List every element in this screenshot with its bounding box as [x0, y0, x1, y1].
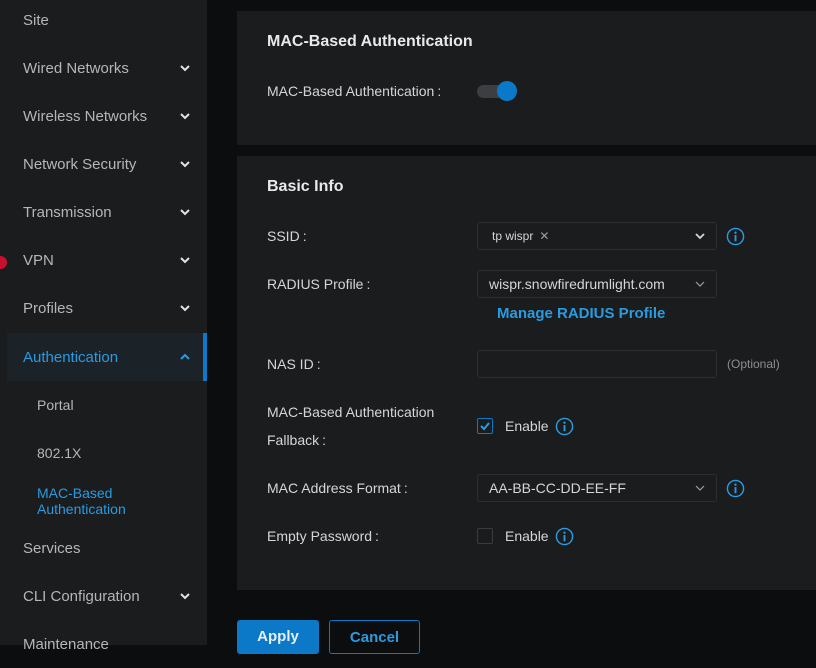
chevron-down-icon [180, 113, 190, 120]
mac-format-label: MAC Address Format: [267, 480, 408, 496]
chevron-down-icon [180, 161, 190, 168]
chevron-down-icon [695, 233, 705, 240]
info-icon[interactable] [726, 227, 745, 246]
info-icon[interactable] [555, 527, 574, 546]
nas-id-label: NAS ID: [267, 356, 321, 372]
remove-tag-icon[interactable]: ✕ [539, 229, 549, 243]
chevron-down-icon [180, 257, 190, 264]
fallback-checkbox[interactable] [477, 418, 493, 434]
ssid-label: SSID: [267, 228, 307, 244]
sidebar-subitem-portal[interactable]: Portal [37, 397, 74, 413]
chevron-up-icon [180, 353, 190, 360]
empty-password-checkbox[interactable] [477, 528, 493, 544]
mac-auth-card: MAC-Based Authentication [237, 11, 816, 145]
sidebar-item-wireless-networks[interactable]: Wireless Networks [0, 92, 207, 140]
radius-profile-value: wispr.snowfiredrumlight.com [489, 276, 665, 292]
sidebar-subitem-mac-based-authentication[interactable]: MAC-Based Authentication [37, 485, 147, 517]
optional-hint: (Optional) [727, 357, 780, 371]
sidebar-item-label: CLI Configuration [23, 587, 140, 605]
sidebar-item-site[interactable]: Site [0, 0, 207, 44]
ssid-tag: tp wispr ✕ [492, 229, 549, 243]
sidebar-subitem-8021x[interactable]: 802.1X [37, 445, 81, 461]
manage-radius-profile-link[interactable]: Manage RADIUS Profile [497, 305, 665, 322]
section-title: Basic Info [267, 178, 344, 195]
radius-profile-select[interactable]: wispr.snowfiredrumlight.com [477, 270, 717, 298]
chevron-down-icon [180, 593, 190, 600]
sidebar-item-maintenance[interactable]: Maintenance [0, 620, 207, 668]
sidebar-item-authentication[interactable]: Authentication [7, 333, 207, 381]
toggle-knob [497, 81, 517, 101]
sidebar-item-label: VPN [23, 251, 54, 269]
sidebar-item-label: Transmission [23, 203, 112, 221]
chevron-down-icon [180, 209, 190, 216]
sidebar-item-cli-configuration[interactable]: CLI Configuration [0, 572, 207, 620]
empty-password-label: Empty Password: [267, 528, 379, 544]
fallback-label-line2: Fallback: [267, 432, 327, 448]
ssid-tag-label: tp wispr [492, 229, 534, 243]
chevron-down-icon [180, 305, 190, 312]
mac-auth-label: MAC-Based Authentication: [267, 83, 442, 99]
sidebar-item-profiles[interactable]: Profiles [0, 284, 207, 332]
apply-button[interactable]: Apply [237, 620, 319, 654]
fallback-label-line1: MAC-Based Authentication [267, 404, 435, 420]
sidebar-item-label: Maintenance [23, 635, 109, 653]
sidebar-item-label: Wireless Networks [23, 107, 148, 125]
sidebar-item-vpn[interactable]: VPN [0, 236, 207, 284]
active-indicator [203, 333, 207, 381]
mac-auth-toggle[interactable] [477, 81, 517, 101]
sidebar-item-label: Wired Networks [23, 59, 129, 77]
sidebar-item-network-security[interactable]: Network Security [0, 140, 207, 188]
info-icon[interactable] [726, 479, 745, 498]
nas-id-input[interactable] [477, 350, 717, 378]
sidebar-item-transmission[interactable]: Transmission [0, 188, 207, 236]
section-title: MAC-Based Authentication [267, 33, 473, 50]
radius-profile-label: RADIUS Profile: [267, 276, 371, 292]
cancel-button[interactable]: Cancel [329, 620, 420, 654]
info-icon[interactable] [555, 417, 574, 436]
fallback-enable-label: Enable [505, 418, 549, 434]
mac-format-value: AA-BB-CC-DD-EE-FF [489, 480, 626, 496]
sidebar: Site Wired Networks Wireless Networks Ne… [0, 0, 207, 653]
chevron-down-icon [695, 485, 705, 491]
chevron-down-icon [695, 281, 705, 287]
sidebar-item-wired-networks[interactable]: Wired Networks [0, 44, 207, 92]
sidebar-item-services[interactable]: Services [0, 524, 207, 572]
sidebar-item-label: Authentication [23, 348, 119, 366]
check-icon [480, 422, 490, 431]
chevron-down-icon [180, 65, 190, 72]
ssid-select[interactable]: tp wispr ✕ [477, 222, 717, 250]
sidebar-item-label: Network Security [23, 155, 137, 173]
sidebar-item-label: Services [23, 539, 81, 557]
mac-format-select[interactable]: AA-BB-CC-DD-EE-FF [477, 474, 717, 502]
sidebar-item-label: Site [23, 11, 49, 29]
sidebar-item-label: Profiles [23, 299, 74, 317]
empty-password-enable-label: Enable [505, 528, 549, 544]
